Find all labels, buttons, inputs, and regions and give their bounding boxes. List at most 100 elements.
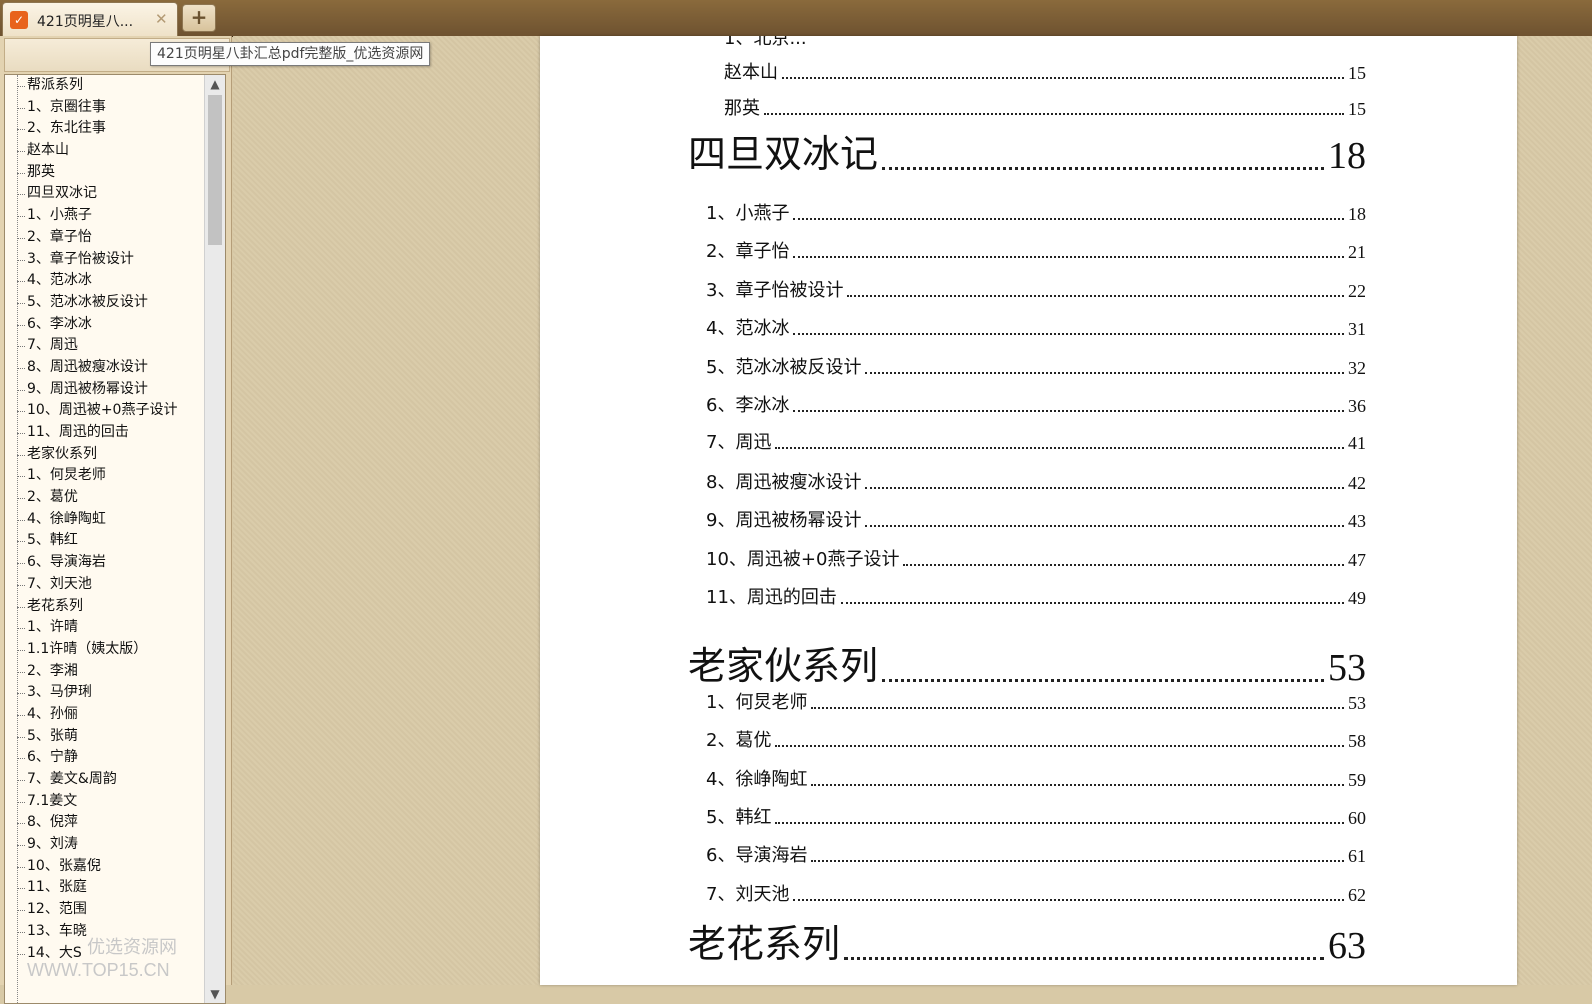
outline-item[interactable]: 那英: [5, 162, 205, 184]
scroll-up-icon[interactable]: ▲: [205, 75, 225, 93]
toc-page-number: 21: [1348, 242, 1366, 262]
toc-page-number: 61: [1348, 846, 1366, 866]
toc-page-number: 18: [1348, 204, 1366, 224]
toc-entry[interactable]: 7、刘天池 62: [706, 880, 1366, 906]
document-tab[interactable]: ✓ 421页明星八... ✕: [2, 2, 178, 36]
toc-chapter[interactable]: 老家伙系列 53: [688, 644, 1366, 690]
outline-item[interactable]: 8、倪萍: [5, 812, 205, 834]
outline-item[interactable]: 2、葛优: [5, 487, 205, 509]
toc-label: 四旦双冰记: [688, 132, 879, 176]
toc-page-number: 53: [1328, 647, 1366, 689]
outline-item[interactable]: 9、刘涛: [5, 834, 205, 856]
outline-item[interactable]: 3、章子怡被设计: [5, 249, 205, 271]
toc-leader: [775, 447, 1344, 449]
outline-item[interactable]: 4、范冰冰: [5, 270, 205, 292]
outline-item[interactable]: 老花系列: [5, 596, 205, 618]
cut-off-entry: 1、北京...: [724, 36, 807, 49]
toc-entry[interactable]: 1、何炅老师 53: [706, 688, 1366, 714]
outline-item[interactable]: 7.1姜文: [5, 791, 205, 813]
outline-item[interactable]: 9、周迅被杨幂设计: [5, 379, 205, 401]
toc-leader: [775, 822, 1344, 824]
outline-item[interactable]: 2、东北往事: [5, 118, 205, 140]
pdf-page: 1、北京... 赵本山 15 那英 15 四旦双冰记 18 1、小燕子 18 2、章子怡 21 3、…: [540, 36, 1517, 985]
toc-entry[interactable]: 8、周迅被瘦冰设计 42: [706, 468, 1366, 494]
toc-entry[interactable]: 2、章子怡 21: [706, 237, 1366, 263]
outline-item[interactable]: 8、周迅被瘦冰设计: [5, 357, 205, 379]
toc-label: 那英: [724, 98, 760, 119]
toc-label: 11、周迅的回击: [706, 587, 837, 608]
scroll-thumb[interactable]: [208, 95, 222, 245]
outline-item[interactable]: 4、徐峥陶虹: [5, 509, 205, 531]
toc-chapter[interactable]: 老花系列 63: [688, 922, 1366, 968]
toc-page-number: 53: [1348, 693, 1366, 713]
toc-label: 7、刘天池: [706, 884, 790, 905]
outline-item[interactable]: 10、张嘉倪: [5, 856, 205, 878]
outline-item[interactable]: 1.1许晴（姨太版）: [5, 639, 205, 661]
toc-page-number: 47: [1348, 550, 1366, 570]
toc-leader: [793, 899, 1344, 901]
outline-item[interactable]: 1、小燕子: [5, 205, 205, 227]
outline-item[interactable]: 1、何炅老师: [5, 465, 205, 487]
toc-entry[interactable]: 9、周迅被杨幂设计 43: [706, 506, 1366, 532]
toc-entry[interactable]: 6、导演海岩 61: [706, 841, 1366, 867]
toc-entry[interactable]: 赵本山 15: [724, 58, 1366, 84]
outline-item[interactable]: 5、韩红: [5, 530, 205, 552]
toc-label: 老家伙系列: [688, 644, 879, 688]
toc-entry[interactable]: 5、范冰冰被反设计 32: [706, 353, 1366, 379]
new-tab-button[interactable]: +: [182, 4, 216, 32]
outline-item[interactable]: 7、姜文&周韵: [5, 769, 205, 791]
toc-page-number: 63: [1328, 925, 1366, 967]
outline-item[interactable]: 6、李冰冰: [5, 314, 205, 336]
outline-item[interactable]: 6、导演海岩: [5, 552, 205, 574]
outline-item[interactable]: 6、宁静: [5, 747, 205, 769]
toc-leader: [865, 487, 1344, 489]
toc-entry[interactable]: 2、葛优 58: [706, 726, 1366, 752]
outline-item[interactable]: 2、李湘: [5, 661, 205, 683]
toc-entry[interactable]: 4、范冰冰 31: [706, 314, 1366, 340]
outline-item[interactable]: 4、孙俪: [5, 704, 205, 726]
outline-item[interactable]: 1、许晴: [5, 617, 205, 639]
outline-item[interactable]: 14、大S: [5, 943, 205, 965]
toc-page-number: 60: [1348, 808, 1366, 828]
toc-label: 6、导演海岩: [706, 845, 808, 866]
outline-item[interactable]: 7、刘天池: [5, 574, 205, 596]
outline-item[interactable]: 11、周迅的回击: [5, 422, 205, 444]
toc-label: 3、章子怡被设计: [706, 280, 844, 301]
outline-item[interactable]: 10、周迅被+0燕子设计: [5, 400, 205, 422]
outline-item[interactable]: 13、车晓: [5, 921, 205, 943]
outline-item[interactable]: 老家伙系列: [5, 444, 205, 466]
outline-item[interactable]: 赵本山: [5, 140, 205, 162]
toc-leader: [811, 707, 1344, 709]
toc-leader: [782, 77, 1344, 79]
toc-page-number: 15: [1348, 99, 1366, 119]
toc-label: 4、范冰冰: [706, 318, 790, 339]
toc-leader: [882, 679, 1324, 682]
close-icon[interactable]: ✕: [155, 10, 168, 28]
document-viewport[interactable]: 1、北京... 赵本山 15 那英 15 四旦双冰记 18 1、小燕子 18 2、章子怡 21 3、…: [233, 36, 1592, 985]
outline-item[interactable]: 帮派系列: [5, 75, 205, 97]
toc-entry[interactable]: 6、李冰冰 36: [706, 391, 1366, 417]
outline-item[interactable]: 12、范围: [5, 899, 205, 921]
outline-item[interactable]: 11、张庭: [5, 877, 205, 899]
toc-entry[interactable]: 4、徐峥陶虹 59: [706, 765, 1366, 791]
toc-entry[interactable]: 5、韩红 60: [706, 803, 1366, 829]
toc-label: 1、何炅老师: [706, 692, 808, 713]
outline-item[interactable]: 5、范冰冰被反设计: [5, 292, 205, 314]
toc-entry[interactable]: 3、章子怡被设计 22: [706, 276, 1366, 302]
outline-item[interactable]: 1、京圈往事: [5, 97, 205, 119]
outline-item[interactable]: 3、马伊琍: [5, 682, 205, 704]
outline-item[interactable]: 四旦双冰记: [5, 183, 205, 205]
outline-item[interactable]: 5、张萌: [5, 726, 205, 748]
toc-chapter[interactable]: 四旦双冰记 18: [688, 132, 1366, 178]
toc-entry[interactable]: 11、周迅的回击 49: [706, 583, 1366, 609]
toc-page-number: 42: [1348, 473, 1366, 493]
outline-item[interactable]: 7、周迅: [5, 335, 205, 357]
toc-entry[interactable]: 那英 15: [724, 94, 1366, 120]
toc-entry[interactable]: 1、小燕子 18: [706, 199, 1366, 225]
outline-scrollbar[interactable]: ▲ ▼: [204, 75, 225, 1003]
outline-item[interactable]: 2、章子怡: [5, 227, 205, 249]
toc-entry[interactable]: 10、周迅被+0燕子设计 47: [706, 545, 1366, 571]
toc-entry[interactable]: 7、周迅 41: [706, 428, 1366, 454]
scroll-down-icon[interactable]: ▼: [205, 985, 225, 1003]
toc-page-number: 62: [1348, 885, 1366, 905]
